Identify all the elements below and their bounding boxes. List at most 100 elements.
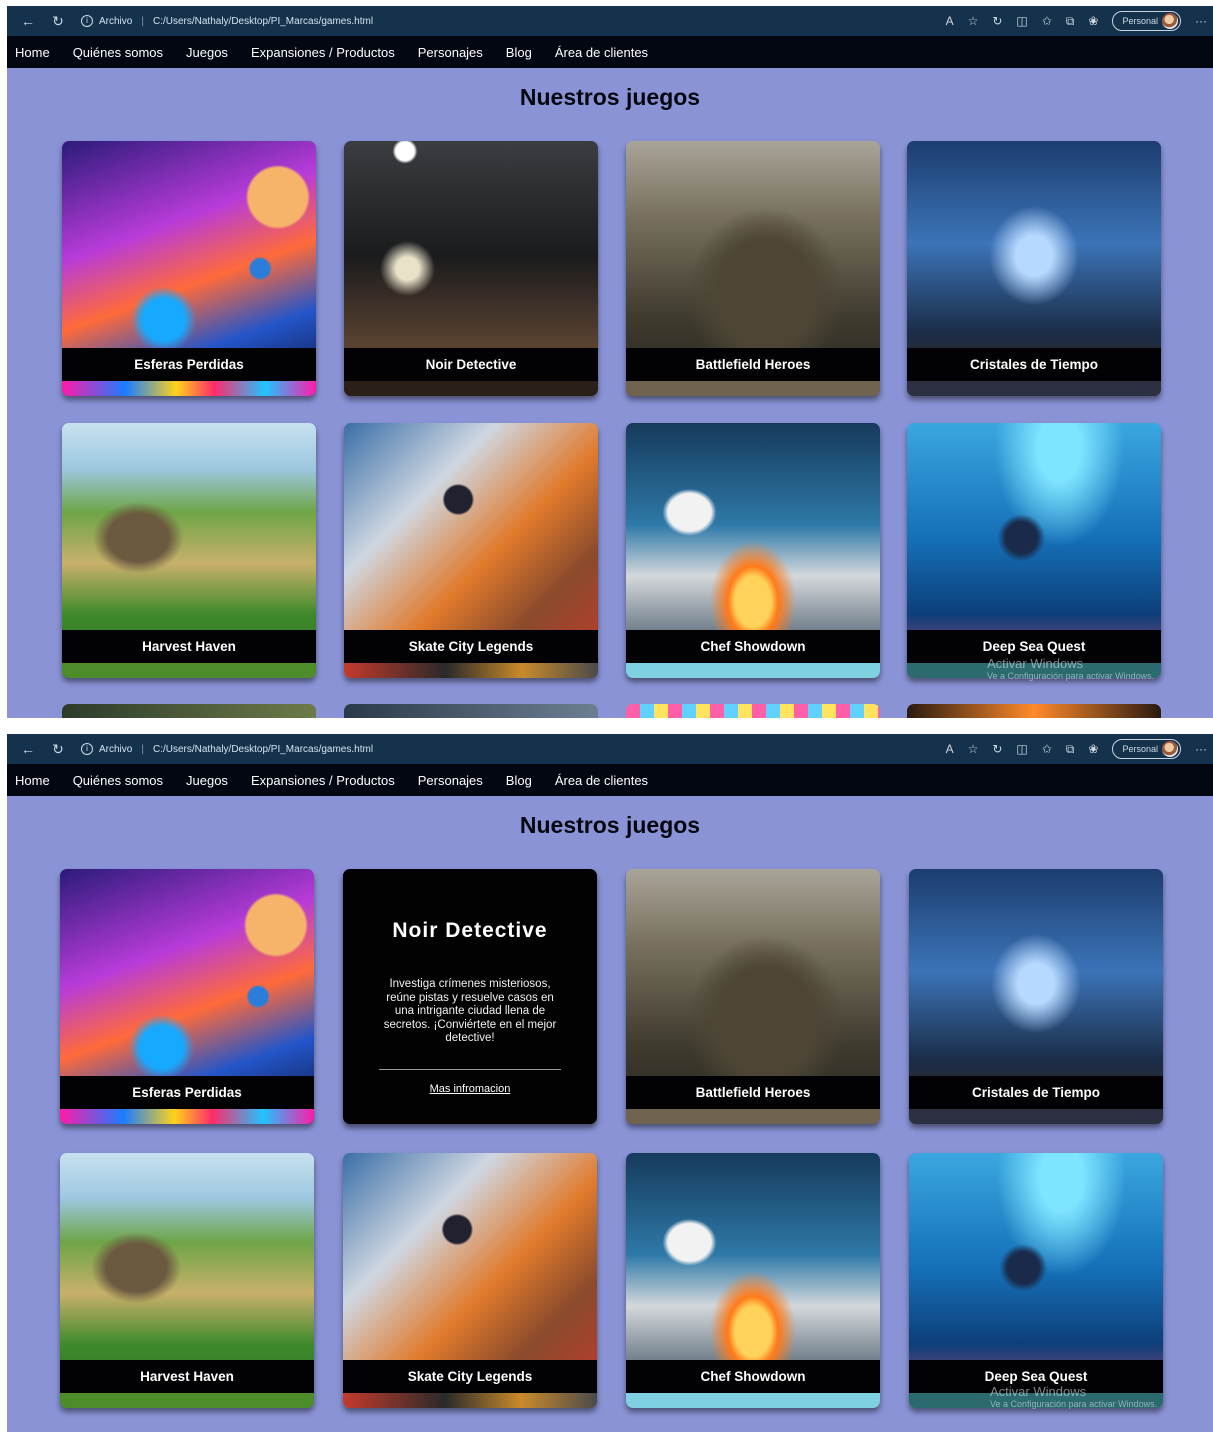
watermark-title: Activar Windows xyxy=(987,656,1084,671)
game-title: Battlefield Heroes xyxy=(626,348,880,381)
reload-icon[interactable]: ↻ xyxy=(43,13,73,30)
windows-activation-watermark: Activar Windows Ve a Configuración para … xyxy=(990,1384,1157,1409)
favorites-icon[interactable]: ✩ xyxy=(1042,742,1052,756)
address-separator: | xyxy=(141,743,144,755)
game-title: Chef Showdown xyxy=(626,1360,880,1393)
game-card-noir-detective[interactable]: Noir Detective xyxy=(344,141,598,396)
nav-blog[interactable]: Blog xyxy=(506,773,532,788)
back-icon[interactable]: ← xyxy=(13,13,43,29)
game-card-deep-sea-quest[interactable]: Deep Sea Quest xyxy=(907,423,1161,678)
next-row-card-peek xyxy=(62,704,316,718)
address-separator: | xyxy=(141,15,144,27)
watermark-title: Activar Windows xyxy=(990,1384,1087,1399)
address-text[interactable]: C:/Users/Nathaly/Desktop/PI_Marcas/games… xyxy=(153,744,373,755)
profile-button[interactable]: Personal xyxy=(1112,11,1181,31)
favorite-star-icon[interactable]: ☆ xyxy=(968,742,979,756)
game-image-strip xyxy=(344,663,598,678)
game-title: Esferas Perdidas xyxy=(62,348,316,381)
game-title: Noir Detective xyxy=(344,348,598,381)
address-bar[interactable]: i Archivo | C:/Users/Nathaly/Desktop/PI_… xyxy=(81,743,946,755)
more-icon[interactable]: ··· xyxy=(1195,14,1207,28)
favorites-icon[interactable]: ✩ xyxy=(1042,14,1052,28)
info-icon[interactable]: i xyxy=(81,743,93,755)
nav-expansiones[interactable]: Expansiones / Productos xyxy=(251,45,395,60)
nav-blog[interactable]: Blog xyxy=(506,45,532,60)
game-card-harvest-haven[interactable]: Harvest Haven xyxy=(62,423,316,678)
game-image-strip xyxy=(626,1393,880,1408)
nav-quienes-somos[interactable]: Quiénes somos xyxy=(73,773,163,788)
windows-activation-watermark: Activar Windows Ve a Configuración para … xyxy=(987,656,1154,681)
address-text[interactable]: C:/Users/Nathaly/Desktop/PI_Marcas/games… xyxy=(153,16,373,27)
file-label: Archivo xyxy=(99,15,133,27)
read-aloud-icon[interactable]: A xyxy=(946,14,954,28)
main-nav: Home Quiénes somos Juegos Expansiones / … xyxy=(7,36,1213,68)
nav-personajes[interactable]: Personajes xyxy=(418,45,483,60)
read-aloud-icon[interactable]: A xyxy=(946,742,954,756)
game-image-strip xyxy=(909,1109,1163,1124)
nav-juegos[interactable]: Juegos xyxy=(186,773,228,788)
copilot-icon[interactable]: ❀ xyxy=(1088,14,1098,28)
nav-area-clientes[interactable]: Área de clientes xyxy=(555,773,648,788)
profile-button[interactable]: Personal xyxy=(1112,739,1181,759)
game-title: Skate City Legends xyxy=(343,1360,597,1393)
info-icon[interactable]: i xyxy=(81,15,93,27)
reload-icon[interactable]: ↻ xyxy=(43,741,73,758)
card-back-title: Noir Detective xyxy=(392,919,548,942)
page-title: Nuestros juegos xyxy=(519,812,701,838)
copilot-icon[interactable]: ❀ xyxy=(1088,742,1098,756)
more-icon[interactable]: ··· xyxy=(1195,742,1207,756)
address-bar[interactable]: i Archivo | C:/Users/Nathaly/Desktop/PI_… xyxy=(81,15,946,27)
game-card-esferas-perdidas[interactable]: Esferas Perdidas xyxy=(60,869,314,1124)
game-card-skate-city-legends[interactable]: Skate City Legends xyxy=(344,423,598,678)
nav-home[interactable]: Home xyxy=(15,45,50,60)
file-label: Archivo xyxy=(99,743,133,755)
collections-icon[interactable]: ⧉ xyxy=(1066,742,1075,757)
nav-juegos[interactable]: Juegos xyxy=(186,45,228,60)
game-image-strip xyxy=(907,381,1161,396)
screenshot-default-state: ← ↻ i Archivo | C:/Users/Nathaly/Desktop… xyxy=(7,6,1213,718)
game-title: Esferas Perdidas xyxy=(60,1076,314,1109)
game-card-chef-showdown[interactable]: Chef Showdown xyxy=(626,1153,880,1408)
screenshot-hover-state: ← ↻ i Archivo | C:/Users/Nathaly/Desktop… xyxy=(7,734,1213,1432)
nav-area-clientes[interactable]: Área de clientes xyxy=(555,45,648,60)
game-card-skate-city-legends[interactable]: Skate City Legends xyxy=(343,1153,597,1408)
collections-icon[interactable]: ⧉ xyxy=(1066,14,1075,29)
avatar xyxy=(1162,741,1178,757)
more-info-link[interactable]: Mas infromacion xyxy=(343,1083,597,1095)
next-row-card-peek xyxy=(344,704,598,718)
game-title: Harvest Haven xyxy=(60,1360,314,1393)
game-image-strip xyxy=(60,1109,314,1124)
game-title: Chef Showdown xyxy=(626,630,880,663)
next-row-card-peek xyxy=(907,704,1161,718)
watermark-subtitle: Ve a Configuración para activar Windows. xyxy=(987,671,1155,681)
game-image-strip xyxy=(60,1393,314,1408)
game-card-battlefield-heroes[interactable]: Battlefield Heroes xyxy=(626,869,880,1124)
browser-toolbar: ← ↻ i Archivo | C:/Users/Nathaly/Desktop… xyxy=(7,734,1213,764)
game-card-deep-sea-quest[interactable]: Deep Sea Quest xyxy=(909,1153,1163,1408)
nav-personajes[interactable]: Personajes xyxy=(418,773,483,788)
game-card-chef-showdown[interactable]: Chef Showdown xyxy=(626,423,880,678)
game-card-noir-detective-back[interactable]: Noir Detective Investiga crímenes mister… xyxy=(343,869,597,1124)
split-screen-icon[interactable]: ◫ xyxy=(1016,742,1027,756)
profile-label: Personal xyxy=(1122,744,1158,754)
refresh-extension-icon[interactable]: ↻ xyxy=(992,742,1002,756)
nav-home[interactable]: Home xyxy=(15,773,50,788)
nav-quienes-somos[interactable]: Quiénes somos xyxy=(73,45,163,60)
refresh-extension-icon[interactable]: ↻ xyxy=(992,14,1002,28)
game-card-cristales-de-tiempo[interactable]: Cristales de Tiempo xyxy=(909,869,1163,1124)
game-title: Cristales de Tiempo xyxy=(909,1076,1163,1109)
game-card-battlefield-heroes[interactable]: Battlefield Heroes xyxy=(626,141,880,396)
split-screen-icon[interactable]: ◫ xyxy=(1016,14,1027,28)
card-back-description: Investiga crímenes misteriosos, reúne pi… xyxy=(383,978,557,1045)
game-title: Battlefield Heroes xyxy=(626,1076,880,1109)
nav-expansiones[interactable]: Expansiones / Productos xyxy=(251,773,395,788)
game-card-harvest-haven[interactable]: Harvest Haven xyxy=(60,1153,314,1408)
browser-toolbar: ← ↻ i Archivo | C:/Users/Nathaly/Desktop… xyxy=(7,6,1213,36)
game-image-strip xyxy=(344,381,598,396)
game-card-esferas-perdidas[interactable]: Esferas Perdidas xyxy=(62,141,316,396)
game-image-strip xyxy=(626,663,880,678)
favorite-star-icon[interactable]: ☆ xyxy=(968,14,979,28)
back-icon[interactable]: ← xyxy=(13,741,43,757)
game-card-cristales-de-tiempo[interactable]: Cristales de Tiempo xyxy=(907,141,1161,396)
browser-tools: A ☆ ↻ ◫ ✩ ⧉ ❀ Personal ··· xyxy=(946,11,1207,31)
